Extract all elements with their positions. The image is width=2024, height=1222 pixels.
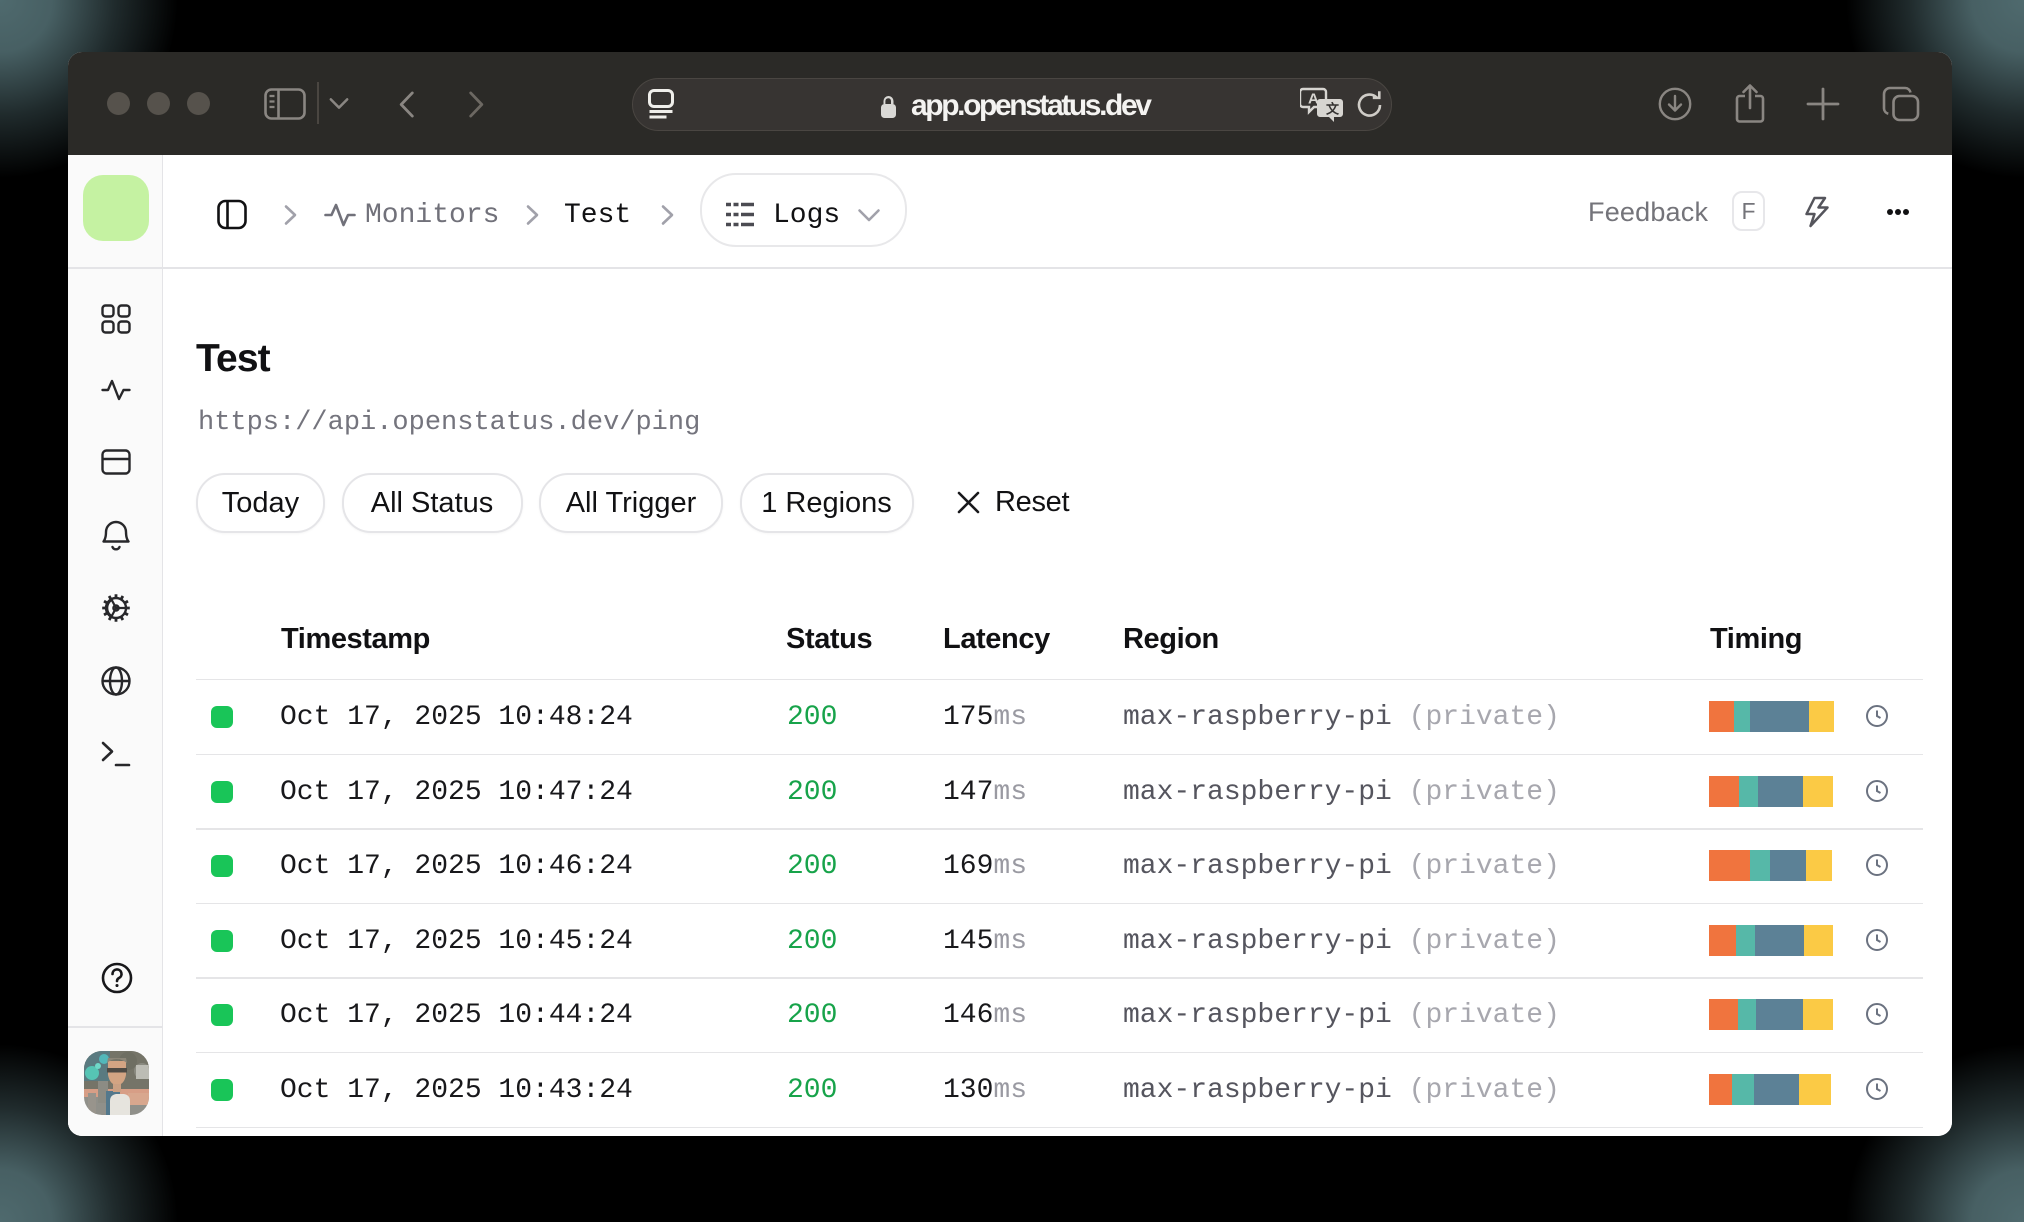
- svg-text:文: 文: [1326, 102, 1340, 117]
